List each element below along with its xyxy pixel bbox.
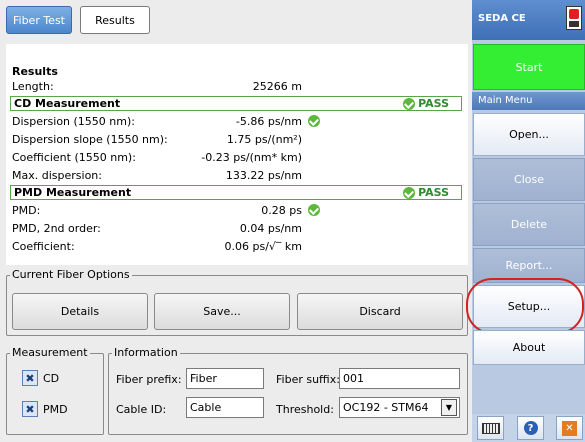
help-icon[interactable]: ?	[517, 416, 544, 440]
details-button[interactable]: Details	[12, 293, 148, 330]
close-button: Close	[473, 158, 585, 201]
cd-measurement-header: CD Measurement PASS	[10, 96, 462, 111]
pmd-pass-badge: PASS	[403, 186, 449, 199]
check-icon	[308, 204, 320, 216]
fiber-prefix-label: Fiber prefix:	[116, 373, 182, 386]
cd-pass-badge: PASS	[403, 97, 449, 110]
app-status-icon	[566, 6, 582, 30]
threshold-select[interactable]: OC192 - STM64 ▼	[339, 397, 460, 418]
app-name: SEDA CE	[478, 13, 526, 24]
main-menu-label: Main Menu	[472, 92, 585, 110]
results-title: Results	[12, 65, 58, 78]
cd-checkbox-label: CD	[43, 371, 60, 385]
threshold-label: Threshold:	[276, 403, 334, 416]
start-button[interactable]: Start	[473, 44, 585, 90]
information-title: Information	[112, 346, 180, 359]
pmd-row: PMD, 2nd order: 0.04 ps/nm	[12, 222, 302, 235]
tab-results[interactable]: Results	[80, 6, 150, 34]
cd-checkbox-row[interactable]: ✖ CD	[22, 370, 59, 386]
save-button[interactable]: Save...	[154, 293, 290, 330]
open-button[interactable]: Open...	[473, 113, 585, 156]
close-app-icon[interactable]: ✕	[556, 416, 583, 440]
information-group	[108, 353, 468, 435]
chevron-down-icon[interactable]: ▼	[441, 399, 457, 416]
delete-button: Delete	[473, 203, 585, 246]
cd-checkbox[interactable]: ✖	[22, 370, 38, 386]
check-icon	[308, 115, 320, 127]
setup-highlight	[466, 278, 584, 334]
pmd-row: Coefficient: 0.06 ps/√‾ km	[12, 240, 302, 253]
cd-row: Dispersion slope (1550 nm): 1.75 ps/(nm²…	[12, 133, 302, 146]
results-panel: Results Length: 25266 m CD Measurement P…	[6, 44, 468, 265]
discard-button[interactable]: Discard	[297, 293, 463, 330]
measurement-title: Measurement	[10, 346, 90, 359]
cable-id-label: Cable ID:	[116, 403, 167, 416]
about-button[interactable]: About	[473, 330, 585, 365]
fiber-suffix-label: Fiber suffix:	[276, 373, 340, 386]
pmd-checkbox[interactable]: ✖	[22, 401, 38, 417]
tab-fiber-test[interactable]: Fiber Test	[6, 6, 72, 34]
cd-row: Dispersion (1550 nm): -5.86 ps/nm	[6, 114, 468, 129]
cd-row: Coefficient (1550 nm): -0.23 ps/(nm* km)	[12, 151, 302, 164]
pmd-measurement-header: PMD Measurement PASS	[10, 185, 462, 200]
pmd-checkbox-label: PMD	[43, 402, 68, 416]
pmd-row: PMD: 0.28 ps	[6, 203, 468, 218]
length-row: Length: 25266 m	[6, 79, 468, 94]
fiber-prefix-input[interactable]: Fiber	[186, 368, 264, 389]
threshold-value: OC192 - STM64	[343, 401, 429, 414]
keyboard-icon[interactable]	[477, 416, 504, 440]
length-label: Length:	[12, 80, 54, 93]
check-icon	[403, 97, 416, 110]
fiber-options-title: Current Fiber Options	[10, 268, 132, 281]
cable-id-input[interactable]: Cable	[186, 397, 264, 418]
check-icon	[403, 186, 416, 199]
length-value: 25266 m	[252, 80, 302, 93]
cd-row: Max. dispersion: 133.22 ps/nm	[12, 169, 302, 182]
pmd-checkbox-row[interactable]: ✖ PMD	[22, 401, 68, 417]
measurement-group	[6, 353, 104, 435]
fiber-suffix-input[interactable]: 001	[339, 368, 460, 389]
